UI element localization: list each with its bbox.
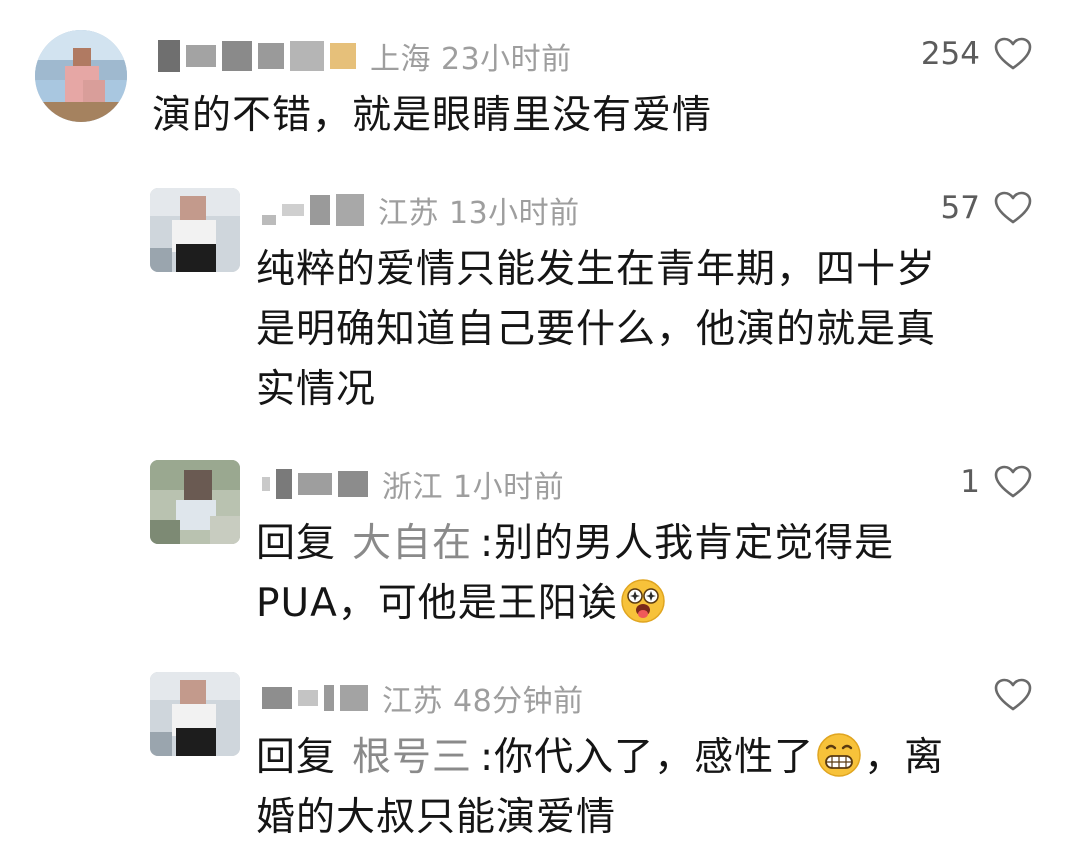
comment-time: 23小时前 [441, 42, 572, 77]
like-count: 57 [940, 190, 980, 226]
username-blurred[interactable] [158, 40, 356, 72]
comment-text: 纯粹的爱情只能发生在青年期，四十岁 是明确知道自己要什么，他演的就是真 实情况 [256, 240, 936, 420]
avatar[interactable] [35, 30, 127, 122]
like-button[interactable]: 254 [921, 36, 1032, 72]
reply-label: 回复 [256, 735, 337, 780]
comment-text: 回复 大自在:别的男人我肯定觉得是 PUA，可他是王阳诶 [256, 514, 894, 634]
comment-text-line: 回复 大自在:别的男人我肯定觉得是 [256, 514, 894, 574]
comment-text-segment: 婚的大叔只能演爱情 [256, 795, 617, 840]
grinning-teeth-emoji [817, 733, 861, 777]
comment-time: 48分钟前 [453, 684, 584, 719]
comment-meta: 浙江 1小时前 [382, 462, 564, 506]
comment-text-segment: ，离 [864, 735, 945, 780]
comment-header: 江苏 13小时前 [262, 188, 580, 232]
comment-location: 上海 [370, 42, 431, 77]
like-button[interactable]: 57 [941, 190, 1032, 226]
comment-location: 浙江 [382, 470, 443, 505]
comment-text-segment: :你代入了，感性了 [480, 735, 815, 780]
comment-text-line: 是明确知道自己要什么，他演的就是真 [256, 307, 937, 352]
comment-location: 江苏 [378, 196, 439, 231]
username-blurred[interactable] [262, 685, 368, 711]
heart-outline-icon [994, 678, 1032, 711]
like-count: 254 [920, 36, 980, 72]
comment-header: 浙江 1小时前 [262, 462, 564, 506]
comment-text-line: 实情况 [256, 367, 377, 412]
like-button[interactable]: 1 [960, 464, 1032, 500]
like-button[interactable] [980, 678, 1032, 712]
heart-outline-icon [994, 465, 1032, 498]
heart-outline-icon [994, 37, 1032, 70]
starry-eyed-tongue-emoji [621, 579, 665, 623]
comment-header: 江苏 48分钟前 [262, 676, 584, 720]
comment-text-line: 回复 根号三:你代入了，感性了 ，离 [256, 728, 944, 788]
avatar[interactable] [150, 672, 240, 756]
comment-location: 江苏 [382, 684, 443, 719]
comment-text: 回复 根号三:你代入了，感性了 ，离 婚的大叔只能演爱情 [256, 728, 944, 848]
reply-target-username[interactable]: 大自在 [352, 521, 472, 566]
comment-meta: 上海 23小时前 [370, 34, 572, 78]
username-blurred[interactable] [262, 194, 364, 226]
comment-time: 13小时前 [449, 196, 580, 231]
comment-text-segment: PUA，可他是王阳诶 [256, 581, 618, 626]
comment-header: 上海 23小时前 [158, 34, 572, 78]
reply-target-username[interactable]: 根号三 [352, 735, 472, 780]
username-blurred[interactable] [262, 469, 368, 499]
like-count: 1 [960, 464, 980, 500]
comment-time: 1小时前 [453, 470, 565, 505]
comment-text-line: 婚的大叔只能演爱情 [256, 788, 944, 848]
reply-label: 回复 [256, 521, 337, 566]
comment-text-segment: :别的男人我肯定觉得是 [480, 521, 895, 566]
avatar[interactable] [150, 188, 240, 272]
comment-text-line: PUA，可他是王阳诶 [256, 574, 894, 634]
avatar[interactable] [150, 460, 240, 544]
comment-text: 演的不错，就是眼睛里没有爱情 [152, 93, 713, 138]
comment-meta: 江苏 13小时前 [378, 188, 580, 232]
comment-meta: 江苏 48分钟前 [382, 676, 584, 720]
comment-text-line: 纯粹的爱情只能发生在青年期，四十岁 [256, 247, 937, 292]
heart-outline-icon [994, 191, 1032, 224]
